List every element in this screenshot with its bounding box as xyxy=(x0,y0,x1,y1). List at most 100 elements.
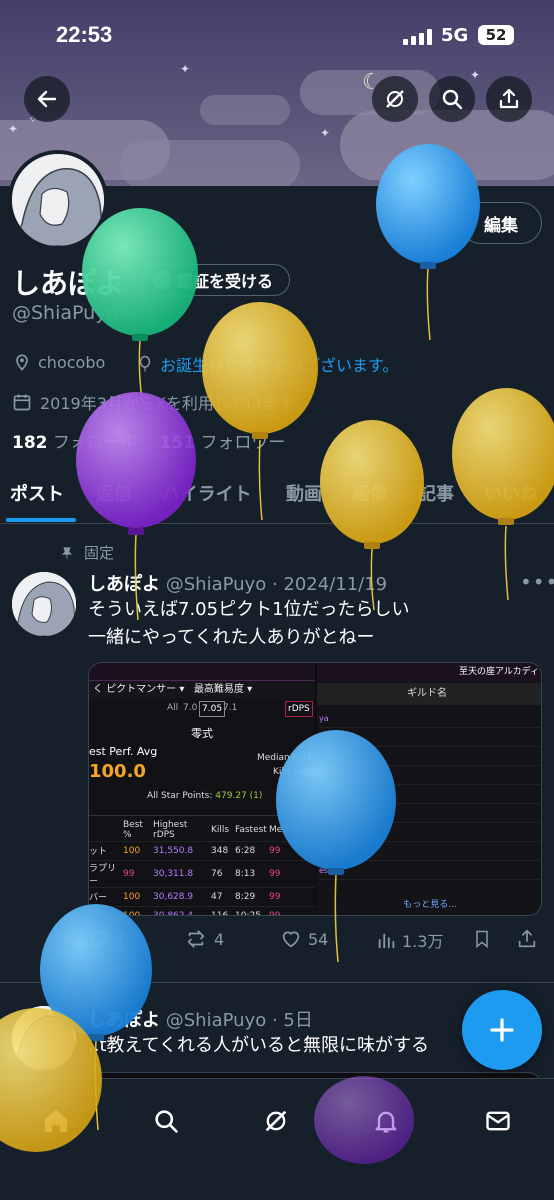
allstar-row: All Star Points: 479.27 (1) xyxy=(147,791,262,801)
location-text: chocobo xyxy=(38,352,106,372)
active-tab-indicator xyxy=(6,518,76,522)
tab-highlights[interactable]: ハイライト xyxy=(162,480,252,506)
following-link[interactable]: 182 フォロー中 xyxy=(12,433,138,453)
search-button[interactable] xyxy=(429,76,475,122)
table-row[interactable]: ンダー10030,862.411610:2599 xyxy=(89,906,315,915)
repost-count: 4 xyxy=(214,929,225,949)
post-avatar[interactable] xyxy=(12,572,76,636)
bookmark-button[interactable] xyxy=(472,928,492,950)
search-icon xyxy=(442,89,463,110)
profile-avatar[interactable] xyxy=(8,150,108,250)
tab-replies[interactable]: 返信 xyxy=(96,480,132,506)
network-label: 5G xyxy=(441,25,469,46)
status-bar: 22:53 5G 52 xyxy=(0,0,554,70)
post2-author-name[interactable]: しあぽよ xyxy=(88,1010,160,1031)
bottom-navigation xyxy=(0,1078,554,1200)
pinned-label: 固定 xyxy=(84,544,115,562)
tab-likes[interactable]: いいね xyxy=(484,480,538,506)
get-verified-button[interactable]: ✓ 認証を受ける xyxy=(142,264,291,296)
media-left-image[interactable]: く ピクトマンサー ▾ 最高難易度 ▾ All 7.0 7.05 7.1 rDP… xyxy=(89,663,332,915)
nav-notifications[interactable] xyxy=(366,1101,406,1141)
profile-birthday: お誕生日おめでとうございます。 xyxy=(136,352,398,376)
nav-home[interactable] xyxy=(36,1101,76,1141)
pinned-indicator: 固定 xyxy=(60,542,114,563)
location-pin-icon xyxy=(16,354,28,371)
followers-link[interactable]: 151 フォロワー xyxy=(160,433,286,453)
col-best: Best % xyxy=(123,819,143,840)
birthday-text: お誕生日おめでとうございます。 xyxy=(160,356,399,375)
nav-messages[interactable] xyxy=(478,1101,518,1141)
post2-text-line-1: ..t教えてくれる人がいると無限に味がする xyxy=(88,1035,430,1056)
search-icon xyxy=(155,1110,178,1133)
post2-avatar[interactable] xyxy=(12,1006,76,1070)
profile-location: chocobo xyxy=(12,352,105,372)
allstar-value: 479.27 (1) xyxy=(215,791,263,801)
version-70[interactable]: 7.0 xyxy=(183,699,197,717)
joined-text: 2019年3月からXを利用しています xyxy=(40,394,294,413)
version-705[interactable]: 7.05 xyxy=(199,701,226,717)
guild-list: ya ma es xyxy=(317,709,541,880)
grok-icon xyxy=(386,90,404,108)
table-row[interactable]: ット 100 31,550.8 348 6:28 99 xyxy=(89,841,315,860)
filter-job[interactable]: ピクトマンサー ▾ xyxy=(106,684,184,695)
version-71[interactable]: 7.1 xyxy=(223,699,237,717)
pin-icon xyxy=(61,546,73,559)
filter-difficulty[interactable]: 最高難易度 ▾ xyxy=(194,684,252,695)
profile-handle: @ShiaPuyo xyxy=(12,302,119,324)
media-header-title: 至天の座アルカディ xyxy=(317,663,541,681)
profile-screen: ✦ ✧ ✦ ✦ ✦ ☾ 22:53 5G 52 編集 しあぽよ ✓ 認証を受ける… xyxy=(0,0,554,1200)
version-all[interactable]: All xyxy=(167,699,178,717)
profile-name: しあぽよ xyxy=(12,267,125,300)
tab-media[interactable]: 画像 xyxy=(352,480,388,506)
tab-articles[interactable]: 記事 xyxy=(418,480,454,506)
back-button[interactable] xyxy=(24,76,70,122)
post-author-name[interactable]: しあぽよ xyxy=(88,574,160,595)
post-author-handle: @ShiaPuyo xyxy=(165,574,267,595)
tab-posts[interactable]: ポスト xyxy=(10,480,64,506)
post-date: 2024/11/19 xyxy=(283,574,388,595)
share-button[interactable] xyxy=(486,76,532,122)
table-row[interactable]: バー 100 30,628.9 47 8:29 99 xyxy=(89,887,315,906)
notifications-icon xyxy=(375,1111,397,1133)
post2-avatar-drawing xyxy=(12,1006,76,1070)
views-icon xyxy=(378,933,395,949)
views-button[interactable]: 1.3万 xyxy=(376,928,443,952)
grok-icon xyxy=(265,1110,287,1132)
following-count: 182 xyxy=(12,433,48,453)
status-time: 22:53 xyxy=(56,22,113,47)
profile-joined: 2019年3月からXを利用しています xyxy=(12,390,293,414)
col-fastest: Fastest xyxy=(235,824,267,835)
get-verified-label: 認証を受ける xyxy=(177,272,274,291)
zone-label: 零式 xyxy=(191,727,213,740)
show-more-link[interactable]: もっと見る... xyxy=(317,897,541,910)
repost-icon xyxy=(187,930,205,948)
heart-icon xyxy=(282,931,300,948)
col-rdps: Highest rDPS xyxy=(153,819,188,840)
tab-videos[interactable]: 動画 xyxy=(286,480,322,506)
signal-icon xyxy=(403,29,433,45)
post-share-button[interactable] xyxy=(516,928,538,950)
profile-tabs: ポスト 返信 ハイライト 動画 画像 記事 いいね xyxy=(0,470,554,524)
metric-rdps[interactable]: rDPS xyxy=(285,701,313,717)
repost-button[interactable]: 4 xyxy=(184,928,224,950)
grok-button[interactable] xyxy=(372,76,418,122)
col-kills: Kills xyxy=(211,824,230,835)
nav-grok[interactable] xyxy=(256,1101,296,1141)
post-more-button[interactable]: ••• xyxy=(520,570,554,594)
rankings-table: Best % Highest rDPS Kills Fastest Med ット… xyxy=(89,819,315,915)
compose-button[interactable] xyxy=(462,990,542,1070)
nav-search[interactable] xyxy=(146,1101,186,1141)
home-icon xyxy=(44,1109,68,1133)
messages-icon xyxy=(486,1111,510,1131)
view-count: 1.3万 xyxy=(402,932,444,951)
like-button[interactable]: 54 xyxy=(280,928,328,950)
reply-button[interactable]: 1 xyxy=(88,928,126,950)
post2-author-handle: @ShiaPuyo xyxy=(165,1010,267,1031)
table-row[interactable]: ラプリー 99 30,311.8 76 8:13 99 xyxy=(89,860,315,887)
post-avatar-drawing xyxy=(12,572,76,636)
post-media[interactable]: く ピクトマンサー ▾ 最高難易度 ▾ All 7.0 7.05 7.1 rDP… xyxy=(88,662,542,916)
share-icon xyxy=(499,88,519,109)
edit-profile-button[interactable]: 編集 xyxy=(460,202,542,244)
followers-label: フォロワー xyxy=(200,433,286,453)
media-right-image[interactable]: 至天の座アルカディ ギルド名 ya ma es もっと見る... xyxy=(317,663,541,915)
